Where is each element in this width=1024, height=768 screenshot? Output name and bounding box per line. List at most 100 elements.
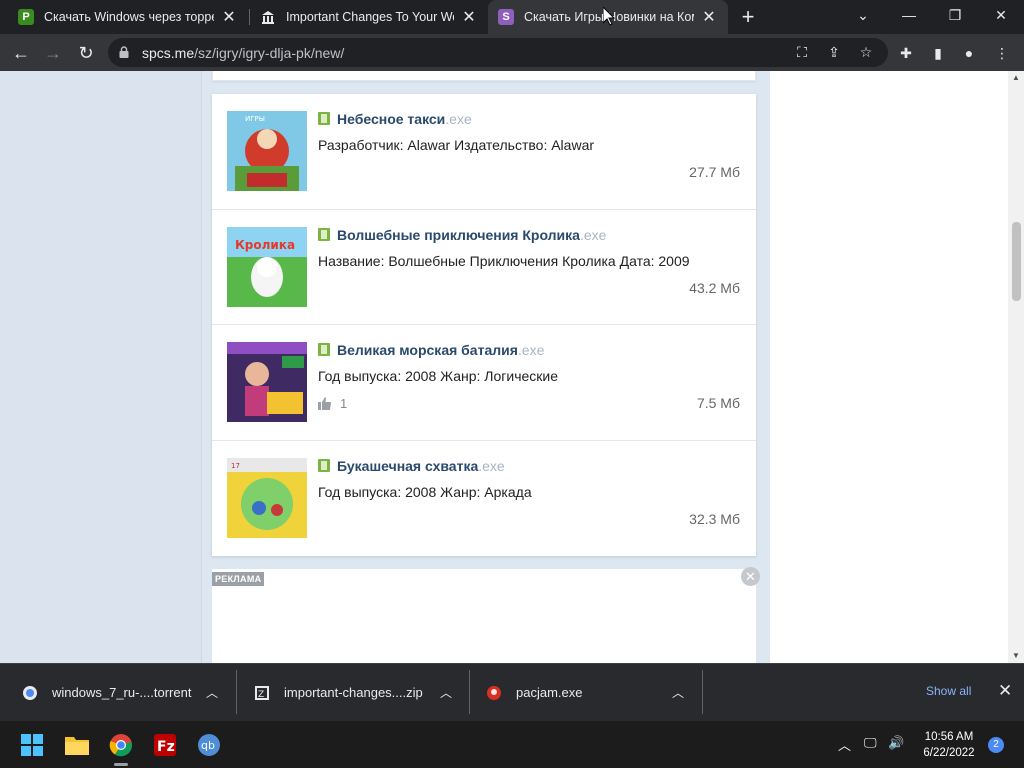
extensions-icon[interactable]: ✚ — [896, 43, 916, 63]
chevron-up-icon[interactable]: ︿ — [672, 684, 684, 701]
address-bar[interactable]: spcs.me/sz/igry/igry-dlja-pk/new/ ⛶ ⇪ ☆ — [108, 38, 888, 67]
download-filename: important-changes....zip — [284, 685, 423, 700]
share-icon[interactable]: ⇪ — [824, 42, 844, 62]
ad-close-icon[interactable]: ✕ — [741, 567, 760, 586]
volume-icon[interactable]: 🔊 — [888, 735, 904, 751]
left-column — [0, 71, 202, 663]
chevron-up-icon[interactable]: ︿ — [440, 684, 452, 701]
translate-icon[interactable]: ⛶ — [792, 42, 812, 62]
bookmark-star-icon[interactable]: ☆ — [856, 42, 876, 62]
browser-toolbar: ← → ↻ spcs.me/sz/igry/igry-dlja-pk/new/ … — [0, 34, 1024, 71]
ad-label: РЕКЛАМА — [212, 572, 265, 586]
network-icon[interactable]: 🖵 — [864, 735, 877, 751]
download-item[interactable]: pacjam.exe ︿ — [486, 664, 696, 721]
back-button[interactable]: ← — [6, 38, 36, 68]
download-item[interactable]: windows_7_ru-....torrent ︿ — [22, 664, 232, 721]
file-icon — [318, 458, 330, 472]
game-cover-image[interactable]: Кролика — [227, 226, 307, 307]
game-title-link[interactable]: Букашечная схватка.exe — [337, 458, 505, 474]
close-download-bar-icon[interactable]: ✕ — [998, 681, 1012, 701]
file-size: 7.5 Мб — [696, 395, 740, 411]
side-panel-icon[interactable]: ▮ — [928, 43, 948, 63]
file-explorer-icon[interactable] — [61, 729, 93, 761]
game-description: Название: Волшебные Приключения Кролика … — [318, 252, 690, 269]
chevron-up-icon[interactable]: ︿ — [206, 684, 218, 701]
close-tab-icon[interactable]: ✕ — [220, 7, 238, 27]
show-all-downloads-button[interactable]: Show all — [926, 684, 971, 698]
tab-title: Important Changes To Your Wells — [286, 10, 454, 24]
download-bar: windows_7_ru-....torrent ︿ Z important-c… — [0, 663, 1024, 720]
system-clock[interactable]: 10:56 AM 6/22/2022 — [916, 729, 982, 761]
url-text: spcs.me/sz/igry/igry-dlja-pk/new/ — [142, 45, 345, 61]
download-divider — [702, 670, 703, 714]
ad-container — [212, 569, 756, 663]
chevron-up-icon[interactable]: ︿ — [838, 735, 851, 754]
game-description: Год выпуска: 2008 Жанр: Логические — [318, 368, 559, 384]
close-window-button[interactable]: ✕ — [978, 0, 1024, 30]
file-icon — [318, 112, 330, 125]
svg-text:Кролика: Кролика — [235, 238, 295, 252]
list-item[interactable]: 17 Букашечная схватка.exe Год выпуска: 2… — [212, 441, 756, 557]
lock-icon — [119, 46, 129, 58]
clock-time: 10:56 AM — [924, 731, 974, 743]
page-scrollbar[interactable]: ▲ ▼ — [1008, 71, 1024, 663]
active-indicator — [114, 763, 128, 766]
svg-text:Z: Z — [258, 690, 264, 700]
scroll-up-icon[interactable]: ▲ — [1008, 71, 1024, 85]
scrollbar-thumb[interactable] — [1012, 222, 1021, 301]
torrent-icon: P — [18, 9, 34, 25]
scroll-down-icon[interactable]: ▼ — [1008, 649, 1024, 663]
svg-text:17: 17 — [231, 462, 240, 470]
list-item[interactable]: Кролика Волшебные приключения Кролика.ex… — [212, 210, 756, 325]
mouse-cursor-icon — [603, 7, 615, 26]
bank-icon — [260, 9, 276, 25]
download-filename: pacjam.exe — [516, 685, 583, 700]
chrome-icon[interactable] — [105, 729, 137, 766]
game-title-link[interactable]: Небесное такси.exe — [337, 111, 472, 127]
file-icon — [318, 227, 330, 241]
game-cover-image[interactable]: ИГРЫ — [227, 111, 307, 191]
download-divider — [236, 670, 237, 714]
menu-icon[interactable]: ⋮ — [992, 43, 1012, 63]
like-counter[interactable]: 1 — [318, 396, 347, 411]
forward-button[interactable]: → — [38, 38, 68, 68]
download-divider — [469, 670, 470, 714]
close-tab-icon[interactable]: ✕ — [460, 7, 478, 27]
tab-torrent[interactable]: P Скачать Windows через торрен ✕ — [8, 0, 248, 34]
list-item[interactable]: Великая морская баталия.exe Год выпуска:… — [212, 325, 756, 441]
game-cover-image[interactable]: 17 — [227, 457, 307, 538]
close-tab-icon[interactable]: ✕ — [700, 7, 718, 27]
thumbs-up-icon — [318, 397, 331, 410]
file-size: 27.7 Мб — [689, 164, 740, 180]
right-column — [770, 71, 1008, 663]
filezilla-icon[interactable]: Fz — [149, 729, 181, 761]
game-description: Разработчик: Alawar Издательство: Alawar — [318, 137, 595, 153]
clock-date: 6/22/2022 — [923, 747, 975, 759]
download-item[interactable]: Z important-changes....zip ︿ — [254, 664, 464, 721]
windows-taskbar: Fz qb ︿ 🖵 🔊 10:56 AM 6/22/2022 2 — [0, 720, 1024, 768]
svg-text:qb: qb — [201, 739, 215, 752]
game-title-link[interactable]: Волшебные приключения Кролика.exe — [337, 227, 606, 243]
windows-start-icon[interactable] — [16, 729, 48, 761]
file-size: 32.3 Мб — [689, 510, 740, 527]
qbittorrent-icon[interactable]: qb — [193, 729, 225, 761]
tab-title: Скачать Windows через торрен — [44, 10, 214, 24]
list-item[interactable]: ИГРЫ Небесное такси.exe Разработчик: Ala… — [212, 94, 756, 210]
tab-strip: P Скачать Windows через торрен ✕ Importa… — [0, 0, 1024, 34]
restore-button[interactable]: ❐ — [932, 0, 978, 30]
reload-button[interactable]: ↻ — [71, 38, 101, 68]
tab-search-icon[interactable]: ⌄ — [840, 0, 886, 30]
profile-avatar-icon[interactable]: ● — [959, 43, 979, 63]
notification-badge[interactable]: 2 — [988, 737, 1004, 753]
new-tab-button[interactable]: + — [735, 4, 761, 30]
tab-wells[interactable]: Important Changes To Your Wells ✕ — [250, 0, 488, 34]
file-size: 43.2 Мб — [689, 279, 740, 296]
download-filename: windows_7_ru-....torrent — [52, 685, 192, 700]
game-description: Год выпуска: 2008 Жанр: Аркада — [318, 483, 532, 500]
game-cover-image[interactable] — [227, 342, 307, 422]
svg-text:Fz: Fz — [157, 739, 175, 755]
minimize-button[interactable]: — — [886, 0, 932, 30]
previous-card — [212, 71, 756, 81]
game-title-link[interactable]: Великая морская баталия.exe — [337, 342, 544, 358]
like-count: 1 — [340, 396, 348, 411]
